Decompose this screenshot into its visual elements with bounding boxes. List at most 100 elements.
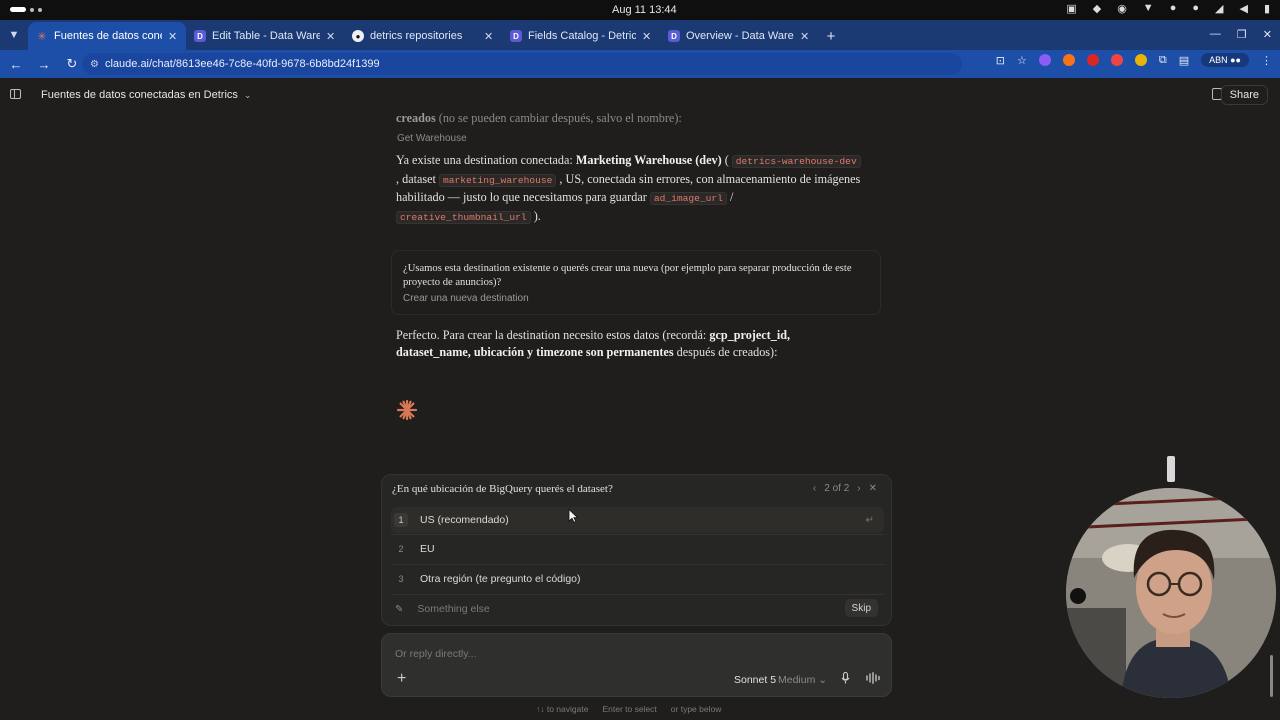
mouse-cursor-icon [568,509,578,523]
side-panel-icon[interactable]: ▤ [1179,54,1189,67]
extensions-puzzle-icon[interactable]: ⧉ [1159,54,1167,67]
effort-selector[interactable]: Medium ⌄ [778,674,827,686]
install-app-icon[interactable]: ⊡ [996,54,1005,67]
browser-tab-strip: ▼ ✳ Fuentes de datos conect ✕ D Edit Tab… [0,20,1280,50]
answered-question-answer: Crear una nueva destination [403,293,529,304]
add-attachment-icon[interactable]: + [397,670,406,688]
claude-favicon-icon: ✳ [36,30,48,43]
option-number: 3 [398,574,404,584]
next-question-icon[interactable]: › [857,483,860,494]
enter-key-icon: ↵ [865,514,874,526]
reload-icon[interactable]: ↻ [60,56,84,72]
extension-pen-icon[interactable] [1038,54,1051,66]
option-number: 1 [394,513,408,527]
detrics-favicon-icon: D [194,30,206,42]
site-info-icon[interactable]: ⚙ [90,59,99,70]
system-tray[interactable]: ▣ ◆ ◉ ▼ ● ● ◢ ◀ ▮ [1066,2,1270,15]
option-divider [391,534,884,535]
app-header: Fuentes de datos conectadas en Detrics ⌄ … [0,80,1280,110]
pager-count: 2 of 2 [824,483,850,494]
sidebar-toggle-icon[interactable] [10,89,21,99]
close-tab-icon[interactable]: ✕ [800,30,810,43]
close-tab-icon[interactable]: ✕ [484,30,494,43]
webcam-person-illustration [1066,488,1276,698]
extension-icon[interactable]: ◆ [1093,2,1101,15]
extension-rocket-icon[interactable] [1110,54,1123,66]
browser-menu-icon[interactable]: ⋮ [1261,54,1272,67]
ask-question-panel: ¿En qué ubicación de BigQuery querés el … [381,474,892,626]
battery-icon[interactable]: ▮ [1264,2,1270,15]
close-tab-icon[interactable]: ✕ [326,30,336,43]
forward-icon[interactable]: → [32,57,56,72]
os-clock[interactable]: Aug 11 13:44 [612,4,677,16]
assistant-paragraph-warehouse: Ya existe una destination conectada: Mar… [396,153,861,224]
window-controls: — ❐ ✕ [1210,28,1272,41]
model-selector[interactable]: Sonnet 5 [734,674,776,686]
mic-tray-icon[interactable]: ● [1192,2,1199,15]
option-divider [391,594,884,595]
close-tab-icon[interactable]: ✕ [168,30,178,43]
option-eu[interactable]: 2 EU [391,536,884,562]
option-label: US (recomendado) [420,514,509,526]
toolbar-actions: ⊡ ☆ ⧉ ▤ ABN ●● ⋮ [996,53,1272,67]
tool-call-label[interactable]: Get Warehouse [397,133,467,144]
reply-input[interactable]: Or reply directly... [395,648,477,660]
skip-button[interactable]: Skip [844,599,878,617]
option-us[interactable]: 1 US (recomendado) ↵ [391,507,884,533]
answered-question-text: ¿Usamos esta destination existente o que… [403,263,852,288]
inline-code: detrics-warehouse-dev [731,155,861,168]
os-top-bar: Aug 11 13:44 ▣ ◆ ◉ ▼ ● ● ◢ ◀ ▮ [0,0,1280,20]
url-text[interactable]: claude.ai/chat/8613ee46-7c8e-40fd-9678-6… [105,58,380,70]
option-label: EU [420,543,435,555]
option-divider [391,564,884,565]
share-button[interactable]: Share [1220,85,1268,105]
extension-orange-icon[interactable] [1062,54,1075,66]
network-icon[interactable]: ▼ [1143,2,1154,15]
previous-question-icon[interactable]: ‹ [813,483,816,494]
close-panel-icon[interactable]: ✕ [869,483,877,494]
clipboard-icon[interactable]: ▣ [1066,2,1076,15]
extension-red-icon[interactable] [1086,54,1099,66]
bookmark-star-icon[interactable]: ☆ [1017,54,1027,67]
chevron-down-icon: ⌄ [818,674,828,686]
inline-code: ad_image_url [649,192,727,205]
wifi-icon[interactable]: ◢ [1215,2,1223,15]
chat-title[interactable]: Fuentes de datos conectadas en Detrics ⌄ [41,89,251,101]
claude-thinking-spark-icon [396,399,418,421]
extension-colorful-icon[interactable] [1134,54,1147,66]
detrics-favicon-icon: D [668,30,680,42]
faded-previous-text: creados (no se pueden cambiar después, s… [396,111,682,125]
workspace-indicator[interactable] [10,7,42,12]
tab-fields-catalog[interactable]: D Fields Catalog - Detrics ✕ [502,22,660,50]
close-window-icon[interactable]: ✕ [1263,28,1272,41]
app-icon[interactable]: ● [1170,2,1177,15]
tab-search-chevron-icon[interactable]: ▼ [0,20,28,50]
maximize-icon[interactable]: ❐ [1237,28,1247,41]
keyboard-hints: ↑↓ to navigate Enter to select or type b… [536,704,722,714]
address-bar[interactable]: ⚙ claude.ai/chat/8613ee46-7c8e-40fd-9678… [82,53,962,75]
microphone-icon[interactable] [841,672,850,684]
reply-composer[interactable]: Or reply directly... + Sonnet 5 Medium ⌄ [381,633,892,697]
question-title: ¿En qué ubicación de BigQuery querés el … [392,483,613,495]
option-otra-region[interactable]: 3 Otra región (te pregunto el código) [391,566,884,592]
scrollbar-thumb[interactable] [1270,655,1273,697]
chrome-icon[interactable]: ◉ [1117,2,1127,15]
browser-toolbar: ← → ↻ ⚙ claude.ai/chat/8613ee46-7c8e-40f… [0,50,1280,78]
minimize-icon[interactable]: — [1210,28,1221,41]
tab-overview[interactable]: D Overview - Data Wareho ✕ [660,22,818,50]
profile-button[interactable]: ABN ●● [1201,53,1249,67]
tab-detrics-repositories[interactable]: ● detrics repositories ✕ [344,22,502,50]
chevron-down-icon[interactable]: ⌄ [244,90,252,100]
voice-mode-icon[interactable] [866,672,880,684]
close-tab-icon[interactable]: ✕ [642,30,652,43]
answered-question-card: ¿Usamos esta destination existente o que… [391,250,881,315]
new-tab-button[interactable]: + [818,22,844,50]
volume-icon[interactable]: ◀ [1239,2,1247,15]
tab-edit-table[interactable]: D Edit Table - Data Wareho ✕ [186,22,344,50]
question-pager: ‹ 2 of 2 › ✕ [813,483,877,494]
tab-fuentes-de-datos[interactable]: ✳ Fuentes de datos conect ✕ [28,22,186,50]
back-icon[interactable]: ← [4,57,28,72]
detrics-favicon-icon: D [510,30,522,42]
something-else-input[interactable]: ✎ Something else Skip [391,599,884,619]
inline-code: creative_thumbnail_url [396,210,531,224]
